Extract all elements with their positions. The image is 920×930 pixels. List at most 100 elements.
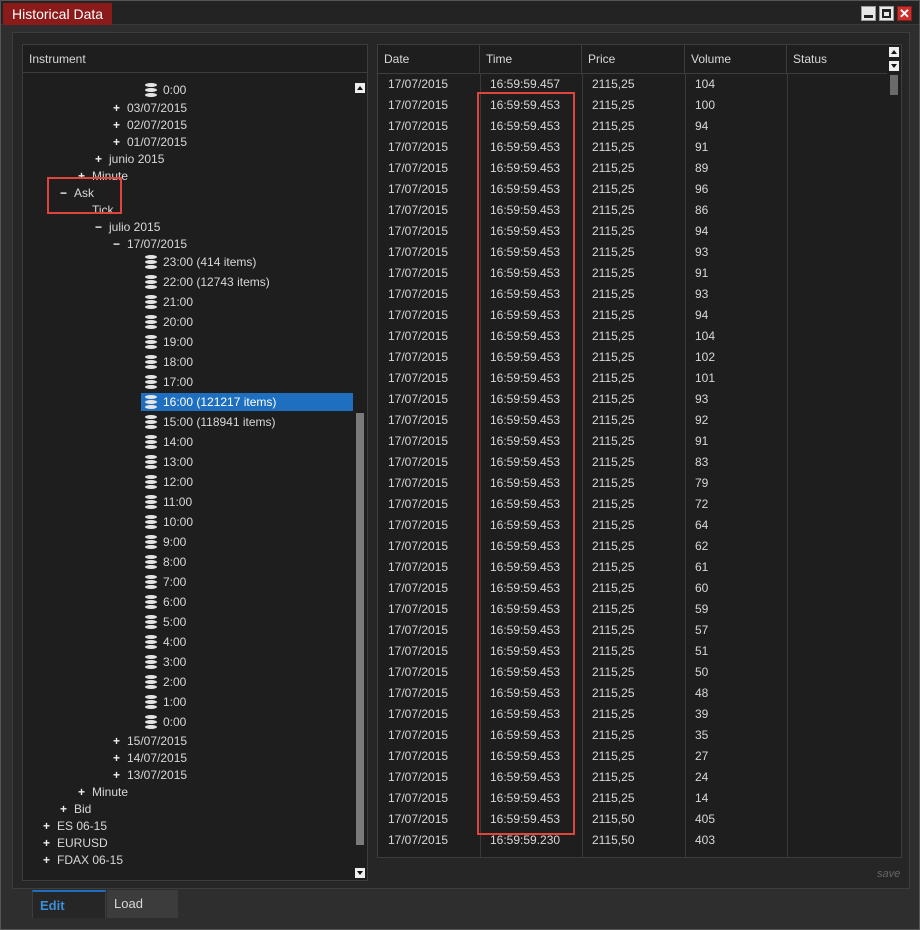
tree-node[interactable]: +13/07/2015	[113, 766, 187, 784]
tree-node[interactable]: 19:00	[145, 333, 193, 351]
tree-node[interactable]: 14:00	[145, 433, 193, 451]
table-row[interactable]: 17/07/2015 16:59:59.453 2115,25 79	[378, 473, 888, 494]
table-row[interactable]: 17/07/2015 16:59:59.453 2115,25 27	[378, 746, 888, 767]
table-row[interactable]: 17/07/2015 16:59:59.453 2115,25 94	[378, 221, 888, 242]
table-row[interactable]: 17/07/2015 16:59:59.453 2115,25 91	[378, 263, 888, 284]
title-bar[interactable]: Historical Data ✕	[1, 1, 919, 25]
tree-node[interactable]: 5:00	[145, 613, 186, 631]
expand-icon[interactable]: +	[78, 783, 92, 801]
maximize-icon[interactable]	[879, 6, 894, 21]
tree-node[interactable]: 10:00	[145, 513, 193, 531]
tree-node[interactable]: 6:00	[145, 593, 186, 611]
tree-node[interactable]: 4:00	[145, 633, 186, 651]
table-row[interactable]: 17/07/2015 16:59:59.453 2115,25 100	[378, 95, 888, 116]
minimize-icon[interactable]	[861, 6, 876, 21]
table-row[interactable]: 17/07/2015 16:59:59.453 2115,25 89	[378, 158, 888, 179]
tree-node[interactable]: 22:00 (12743 items)	[145, 273, 270, 291]
table-row[interactable]: 17/07/2015 16:59:59.453 2115,25 39	[378, 704, 888, 725]
tree-node[interactable]: −17/07/2015	[113, 235, 187, 253]
column-header-price[interactable]: Price	[582, 45, 685, 74]
tree-node[interactable]: 17:00	[145, 373, 193, 391]
tree-node[interactable]: + FDAX 06-15	[43, 851, 123, 869]
tree-node[interactable]: 9:00	[145, 533, 186, 551]
scroll-up-icon[interactable]	[889, 47, 899, 57]
collapse-icon[interactable]: −	[113, 235, 127, 253]
expand-icon[interactable]: +	[43, 817, 57, 835]
table-row[interactable]: 17/07/2015 16:59:59.453 2115,25 57	[378, 620, 888, 641]
table-row[interactable]: 17/07/2015 16:59:59.453 2115,25 62	[378, 536, 888, 557]
tree-node[interactable]: 18:00	[145, 353, 193, 371]
table-row[interactable]: 17/07/2015 16:59:59.230 2115,50 403	[378, 830, 888, 851]
tree-node[interactable]: 23:00 (414 items)	[145, 253, 256, 271]
tree-node[interactable]: 1:00	[145, 693, 186, 711]
tree-node[interactable]: 8:00	[145, 553, 186, 571]
tree-node[interactable]: 0:00	[145, 713, 186, 731]
tree-node[interactable]: 7:00	[145, 573, 186, 591]
table-row[interactable]: 17/07/2015 16:59:59.453 2115,25 94	[378, 305, 888, 326]
column-header-volume[interactable]: Volume	[685, 45, 787, 74]
tree-node[interactable]: 2:00	[145, 673, 186, 691]
scroll-down-icon[interactable]	[355, 868, 365, 878]
table-row[interactable]: 17/07/2015 16:59:59.453 2115,25 91	[378, 137, 888, 158]
tree-node[interactable]: 12:00	[145, 473, 193, 491]
tree-node[interactable]: 0:00	[145, 81, 186, 99]
table-row[interactable]: 17/07/2015 16:59:59.453 2115,25 91	[378, 431, 888, 452]
table-row[interactable]: 17/07/2015 16:59:59.453 2115,25 96	[378, 179, 888, 200]
save-link[interactable]: save	[877, 868, 900, 880]
tree-node[interactable]: − julio 2015	[95, 218, 160, 236]
expand-icon[interactable]: +	[60, 800, 74, 818]
table-row[interactable]: 17/07/2015 16:59:59.453 2115,25 64	[378, 515, 888, 536]
close-icon[interactable]: ✕	[897, 6, 912, 21]
scroll-thumb[interactable]	[356, 413, 364, 845]
tree-node[interactable]: +02/07/2015	[113, 116, 187, 134]
collapse-icon[interactable]: −	[95, 218, 109, 236]
expand-icon[interactable]: +	[113, 133, 127, 151]
table-row[interactable]: 17/07/2015 16:59:59.453 2115,25 101	[378, 368, 888, 389]
table-row[interactable]: 17/07/2015 16:59:59.453 2115,25 93	[378, 389, 888, 410]
tree-node[interactable]: + Bid	[60, 800, 91, 818]
table-row[interactable]: 17/07/2015 16:59:59.453 2115,25 92	[378, 410, 888, 431]
scroll-up-icon[interactable]	[355, 83, 365, 93]
column-header-time[interactable]: Time	[480, 45, 582, 74]
table-row[interactable]: 17/07/2015 16:59:59.453 2115,50 405	[378, 809, 888, 830]
table-row[interactable]: 17/07/2015 16:59:59.453 2115,25 60	[378, 578, 888, 599]
expand-icon[interactable]: +	[43, 851, 57, 869]
tree-node[interactable]: 11:00	[145, 493, 192, 511]
table-row[interactable]: 17/07/2015 16:59:59.453 2115,25 48	[378, 683, 888, 704]
table-row[interactable]: 17/07/2015 16:59:59.453 2115,25 104	[378, 326, 888, 347]
tree-node[interactable]: + EURUSD	[43, 834, 108, 852]
table-row[interactable]: 17/07/2015 16:59:59.453 2115,25 24	[378, 767, 888, 788]
table-row[interactable]: 17/07/2015 16:59:59.453 2115,25 61	[378, 557, 888, 578]
tree-node[interactable]: +03/07/2015	[113, 99, 187, 117]
tree-node[interactable]: 16:00 (121217 items)	[141, 393, 353, 411]
table-row[interactable]: 17/07/2015 16:59:59.453 2115,25 72	[378, 494, 888, 515]
tree-node[interactable]: 3:00	[145, 653, 186, 671]
tree-node[interactable]: 13:00	[145, 453, 193, 471]
expand-icon[interactable]: +	[113, 766, 127, 784]
table-row[interactable]: 17/07/2015 16:59:59.453 2115,25 14	[378, 788, 888, 809]
tree-node[interactable]: +01/07/2015	[113, 133, 187, 151]
tree-node[interactable]: 15:00 (118941 items)	[145, 413, 276, 431]
tab-edit[interactable]: Edit	[32, 890, 106, 918]
table-row[interactable]: 17/07/2015 16:59:59.453 2115,25 35	[378, 725, 888, 746]
expand-icon[interactable]: +	[113, 116, 127, 134]
expand-icon[interactable]: +	[43, 834, 57, 852]
tree-scrollbar[interactable]	[354, 81, 366, 880]
column-header-status[interactable]: Status	[787, 45, 888, 74]
tree-node[interactable]: +14/07/2015	[113, 749, 187, 767]
scroll-thumb[interactable]	[890, 75, 898, 95]
expand-icon[interactable]: +	[95, 150, 109, 168]
table-row[interactable]: 17/07/2015 16:59:59.453 2115,25 86	[378, 200, 888, 221]
table-row[interactable]: 17/07/2015 16:59:59.453 2115,25 93	[378, 242, 888, 263]
table-row[interactable]: 17/07/2015 16:59:59.453 2115,25 51	[378, 641, 888, 662]
table-row[interactable]: 17/07/2015 16:59:59.457 2115,25 104	[378, 74, 888, 95]
tree-node[interactable]: 21:00	[145, 293, 193, 311]
tab-load[interactable]: Load	[107, 890, 178, 918]
tree-node[interactable]: + ES 06-15	[43, 817, 107, 835]
table-row[interactable]: 17/07/2015 16:59:59.453 2115,25 50	[378, 662, 888, 683]
expand-icon[interactable]: +	[113, 99, 127, 117]
table-row[interactable]: 17/07/2015 16:59:59.453 2115,25 83	[378, 452, 888, 473]
table-row[interactable]: 17/07/2015 16:59:59.453 2115,25 102	[378, 347, 888, 368]
table-row[interactable]: 17/07/2015 16:59:59.453 2115,25 93	[378, 284, 888, 305]
tree-node[interactable]: 20:00	[145, 313, 193, 331]
